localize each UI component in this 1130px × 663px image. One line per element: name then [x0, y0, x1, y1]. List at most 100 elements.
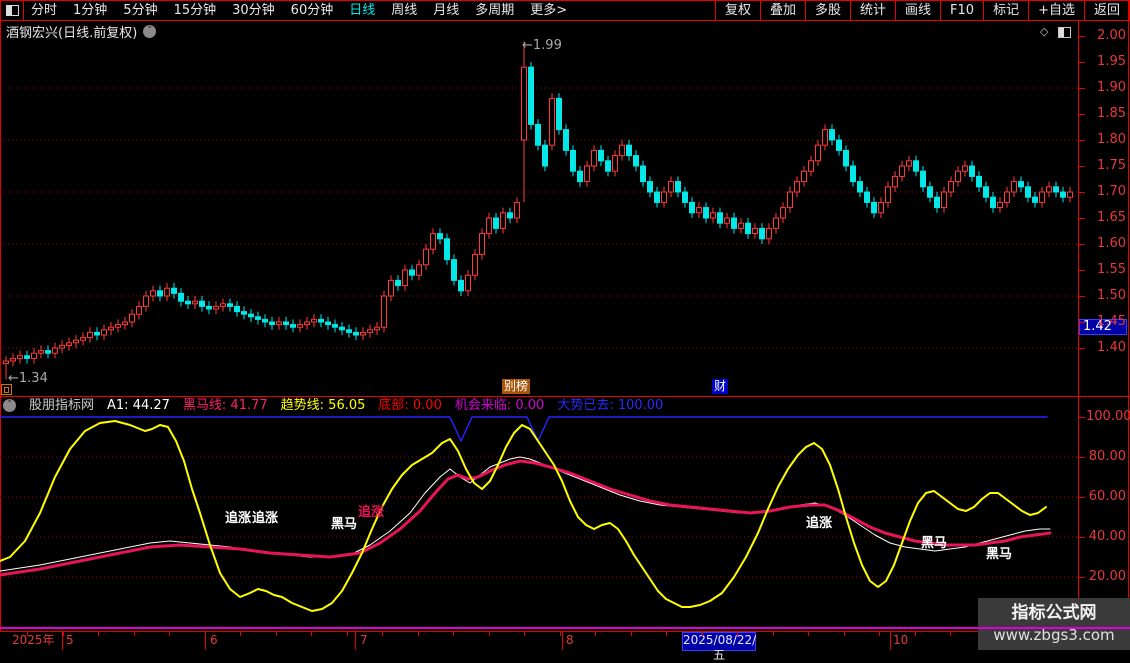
period-item-多周期[interactable]: 多周期 [475, 1, 514, 20]
price-label-1.55: 1.55 [1086, 262, 1126, 278]
ind-axis-label-40.00: 40.00 [1086, 529, 1126, 545]
tool-item-画线[interactable]: 画线 [895, 1, 940, 20]
date-tick [27, 632, 28, 636]
ind-axis-label-100.00: 100.00 [1086, 409, 1126, 425]
date-tick [240, 632, 241, 636]
date-tick [560, 632, 561, 636]
date-tick [737, 632, 738, 636]
price-label-1.50: 1.50 [1086, 288, 1126, 304]
price-tick [1079, 296, 1085, 297]
ind-axis-tick [1079, 537, 1085, 538]
date-axis[interactable]: 2025年 2025/08/22/五 567810 [0, 631, 1130, 650]
period-item-60分钟[interactable]: 60分钟 [291, 1, 334, 20]
price-label-1.85: 1.85 [1086, 106, 1126, 122]
layout-split-icon[interactable] [1, 1, 24, 20]
ind-axis-label-80.00: 80.00 [1086, 449, 1126, 465]
period-item-月线[interactable]: 月线 [433, 1, 459, 20]
price-tick [1079, 62, 1085, 63]
period-item-30分钟[interactable]: 30分钟 [232, 1, 275, 20]
period-item-更多>[interactable]: 更多> [530, 1, 567, 20]
date-tick [453, 632, 454, 636]
tool-item-返回[interactable]: 返回 [1084, 1, 1129, 20]
period-item-1分钟[interactable]: 1分钟 [73, 1, 107, 20]
month-label-6: 6 [210, 632, 218, 649]
price-tick [1079, 36, 1085, 37]
series-黑马线 [0, 461, 1050, 575]
high-annotation: ←1.99 [522, 38, 562, 53]
date-tick [418, 632, 419, 636]
price-label-1.45: 1.45 [1086, 314, 1126, 330]
month-separator [562, 632, 563, 650]
tool-item-标记[interactable]: 标记 [983, 1, 1028, 20]
price-label-1.90: 1.90 [1086, 80, 1126, 96]
signal-label-黑马-2: 黑马 [331, 513, 357, 532]
badge-别榜[interactable]: 别榜 [502, 379, 530, 394]
candlestick-chart[interactable] [0, 20, 1078, 396]
selected-date-badge: 2025/08/22/五 [682, 632, 756, 651]
date-tick [276, 632, 277, 636]
price-label-1.70: 1.70 [1086, 184, 1126, 200]
indicator-chart[interactable] [0, 397, 1078, 627]
signal-label-追涨-0: 追涨 [225, 507, 251, 526]
price-tick [1079, 88, 1085, 89]
price-label-1.95: 1.95 [1086, 54, 1126, 70]
date-tick [382, 632, 383, 636]
signal-label-黑马-5: 黑马 [921, 532, 947, 551]
price-tick [1079, 270, 1085, 271]
window-right-border [1128, 0, 1129, 650]
tool-item-F10[interactable]: F10 [940, 1, 983, 20]
price-tick [1079, 322, 1085, 323]
date-tick [63, 632, 64, 636]
series-趋势线 [0, 421, 1046, 611]
series-A1 [0, 457, 1050, 571]
price-label-2.00: 2.00 [1086, 28, 1126, 44]
date-tick [773, 632, 774, 636]
date-tick [702, 632, 703, 636]
mini-window-icon[interactable] [1, 384, 12, 395]
date-tick [98, 632, 99, 636]
badge-财[interactable]: 财 [712, 379, 728, 394]
signal-label-追涨-1: 追涨 [252, 507, 278, 526]
period-item-5分钟[interactable]: 5分钟 [123, 1, 157, 20]
top-toolbar: 分时 1分钟 5分钟 15分钟 30分钟 60分钟日线周线月线多周期更多> 复权叠加多股统… [0, 0, 1130, 21]
price-tick [1079, 140, 1085, 141]
price-label-1.75: 1.75 [1086, 158, 1126, 174]
tool-item-统计[interactable]: 统计 [850, 1, 895, 20]
date-tick [844, 632, 845, 636]
month-label-5: 5 [66, 632, 74, 649]
month-separator [890, 632, 891, 650]
tool-item-复权[interactable]: 复权 [715, 1, 760, 20]
period-item-日线[interactable]: 日线 [349, 1, 375, 20]
ind-axis-label-20.00: 20.00 [1086, 569, 1126, 585]
price-label-1.40: 1.40 [1086, 340, 1126, 356]
ind-axis-tick [1079, 577, 1085, 578]
price-label-1.80: 1.80 [1086, 132, 1126, 148]
zero-level-line [0, 627, 1130, 629]
low-annotation: ←1.34 [8, 371, 48, 386]
tool-item-多股[interactable]: 多股 [805, 1, 850, 20]
period-item-分时[interactable]: 分时 [31, 1, 57, 20]
price-tick [1079, 348, 1085, 349]
ind-axis-label-60.00: 60.00 [1086, 489, 1126, 505]
tool-item-+自选[interactable]: +自选 [1028, 1, 1084, 20]
watermark-title: 指标公式网 [978, 601, 1130, 625]
price-label-1.60: 1.60 [1086, 236, 1126, 252]
price-tick [1079, 244, 1085, 245]
period-menu: 分时 1分钟 5分钟 15分钟 30分钟 60分钟日线周线月线多周期更多> [1, 1, 567, 20]
signal-label-追涨-3: 追涨 [358, 501, 384, 520]
period-item-周线[interactable]: 周线 [391, 1, 417, 20]
date-tick [524, 632, 525, 636]
date-tick [347, 632, 348, 636]
date-tick [631, 632, 632, 636]
tool-item-叠加[interactable]: 叠加 [760, 1, 805, 20]
date-tick [489, 632, 490, 636]
price-tick [1079, 114, 1085, 115]
period-item-15分钟[interactable]: 15分钟 [174, 1, 217, 20]
month-label-10: 10 [893, 632, 908, 649]
ind-axis-tick [1079, 417, 1085, 418]
date-tick [595, 632, 596, 636]
date-tick [808, 632, 809, 636]
watermark: 指标公式网 www.zbgs3.com [978, 598, 1130, 650]
series-大势已去 [0, 417, 1047, 441]
month-label-8: 8 [566, 632, 574, 649]
